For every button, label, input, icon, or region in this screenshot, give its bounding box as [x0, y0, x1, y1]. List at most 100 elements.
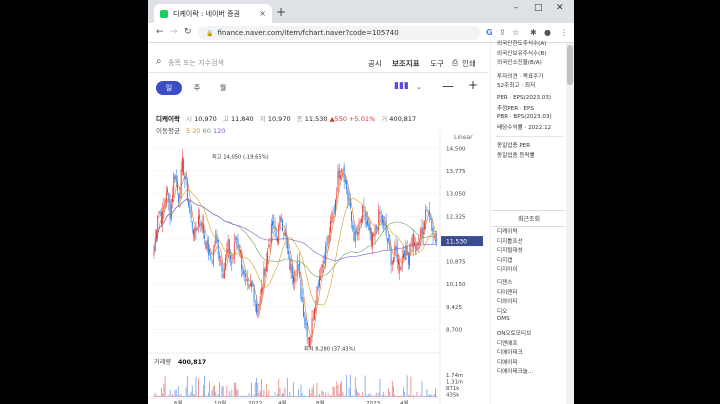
minimize-button[interactable]: –: [514, 3, 519, 13]
tools-menu[interactable]: 도구: [430, 58, 444, 69]
recent-stock-link[interactable]: 디지아이: [497, 265, 518, 273]
candle-body: [436, 238, 438, 242]
browser-menu-icon[interactable]: ⋮: [560, 28, 568, 37]
candle-body: [230, 255, 231, 259]
browser-tab[interactable]: 디케이락 : 네이버 증권 ×: [154, 4, 272, 23]
tab-close-icon[interactable]: ×: [259, 9, 266, 18]
candle-body: [317, 282, 319, 288]
scrollbar-thumb[interactable]: [567, 45, 573, 85]
recent-stock-link[interactable]: 디에이테크놀...: [497, 367, 533, 375]
new-tab-button[interactable]: +: [276, 5, 286, 19]
recent-stock-link[interactable]: 디케이락: [497, 227, 518, 235]
volume-bar: [428, 394, 430, 397]
candle-body: [189, 205, 191, 213]
indicator-menu[interactable]: 보조지표: [392, 58, 420, 69]
period-day-button[interactable]: 일: [156, 81, 182, 95]
address-bar[interactable]: 🔒 finance.naver.com/item/fchart.naver?co…: [198, 26, 480, 40]
reload-icon[interactable]: ↻: [184, 27, 192, 37]
volume-bar: [348, 387, 350, 397]
zoom-in-button[interactable]: +: [468, 78, 478, 92]
volume-bar: [416, 391, 418, 397]
volume-bar: [346, 374, 348, 397]
stock-search[interactable]: ⌕ 종목 또는 지수검색 공시 보조지표 도구 ⎙ 인쇄: [148, 51, 488, 73]
recent-stock-link[interactable]: 디이엔티: [497, 288, 518, 296]
volume-bar: [195, 376, 197, 397]
volume-bar: [219, 382, 220, 397]
recent-stock-link[interactable]: 디지캡: [497, 256, 512, 264]
candle-body: [269, 244, 271, 247]
volume-bar: [412, 395, 414, 397]
candle-body: [331, 217, 333, 224]
bookmark-star-icon[interactable]: ☆: [512, 28, 519, 37]
recent-stock-link[interactable]: 디지털대성: [497, 246, 523, 254]
recent-stock-link[interactable]: 디지틀조선: [497, 237, 523, 245]
zoom-out-button[interactable]: —: [442, 79, 454, 93]
volume-bar: [163, 383, 165, 397]
recent-stock-link[interactable]: 디오: [497, 307, 507, 315]
candle-body: [291, 266, 293, 279]
candle-body: [185, 176, 187, 181]
volume-bar: [272, 395, 273, 397]
period-month-button[interactable]: 월: [216, 81, 230, 95]
candlestick-type-icon[interactable]: ▮▮▮: [394, 81, 409, 91]
period-week-button[interactable]: 주: [190, 81, 204, 95]
share-icon[interactable]: ⇪: [499, 28, 506, 37]
profile-icon[interactable]: ●: [544, 28, 551, 37]
candle-body: [236, 237, 238, 240]
candle-body: [153, 251, 155, 255]
volume-bar: [257, 383, 259, 397]
recent-stock-link[interactable]: 디젠스: [497, 278, 512, 286]
search-icon[interactable]: ⌕: [156, 56, 162, 67]
volume-bar: [211, 390, 213, 397]
y-tick-label: 10,875: [446, 260, 466, 266]
change-pct: +5.01%: [349, 115, 376, 123]
recent-stock-link[interactable]: DMS: [497, 316, 510, 322]
volume-bar: [370, 395, 372, 397]
candle-body: [361, 218, 362, 222]
volume-bar: [415, 395, 417, 397]
volume-bar: [165, 395, 167, 397]
stock-chart[interactable]: Linear14,50013,77513,05012,32511,60010,8…: [148, 131, 488, 404]
tab-title: 디케이락 : 네이버 증권: [173, 9, 240, 18]
recent-stock-link[interactable]: 디에이피: [497, 358, 518, 366]
back-icon[interactable]: ←: [156, 27, 164, 37]
candle-body: [262, 287, 264, 291]
y-tick-label: 9,425: [446, 305, 462, 311]
google-icon[interactable]: G: [486, 28, 493, 37]
volume-bar: [423, 395, 425, 397]
candle-body: [294, 277, 296, 283]
volume-bar: [320, 395, 322, 397]
forward-icon[interactable]: →: [170, 27, 178, 37]
notice-menu[interactable]: 공시: [368, 58, 382, 69]
page-scrollbar[interactable]: [566, 43, 574, 404]
print-icon[interactable]: ⎙: [452, 58, 458, 68]
low-value: 10,970: [267, 115, 291, 123]
recent-stock-link[interactable]: 디와이티: [497, 297, 518, 305]
close-window-button[interactable]: ✕: [556, 3, 564, 13]
candle-body: [257, 309, 259, 312]
candle-body: [167, 189, 169, 193]
volume-bar: [278, 378, 280, 397]
recent-stock-link[interactable]: 디엔에프: [497, 339, 518, 347]
candle-body: [412, 233, 414, 247]
recent-stock-link[interactable]: DN오토모티브: [497, 329, 531, 337]
candle-body: [430, 218, 432, 220]
candle-body: [393, 256, 394, 263]
volume-bar: [232, 395, 234, 397]
volume-bar: [201, 395, 203, 397]
volume-bar: [305, 395, 307, 397]
volume-bar: [181, 395, 183, 397]
maximize-button[interactable]: □: [534, 3, 543, 13]
candle-body: [293, 275, 294, 283]
recent-stock-link[interactable]: 디에이테크: [497, 348, 523, 356]
candle-body: [411, 236, 413, 248]
candle-body: [380, 215, 382, 218]
print-menu[interactable]: 인쇄: [462, 58, 476, 69]
page-content: ⌕ 종목 또는 지수검색 공시 보조지표 도구 ⎙ 인쇄 일 주 월 ▮▮▮ ⌄…: [148, 41, 574, 404]
extensions-icon[interactable]: ✱: [530, 28, 537, 37]
volume-bar: [317, 396, 319, 397]
scale-label[interactable]: Linear: [454, 134, 473, 141]
candle-body: [290, 264, 292, 273]
chevron-down-icon[interactable]: ⌄: [416, 83, 422, 91]
sidebar-info-row: 외국인소진율(B/A): [497, 60, 542, 66]
